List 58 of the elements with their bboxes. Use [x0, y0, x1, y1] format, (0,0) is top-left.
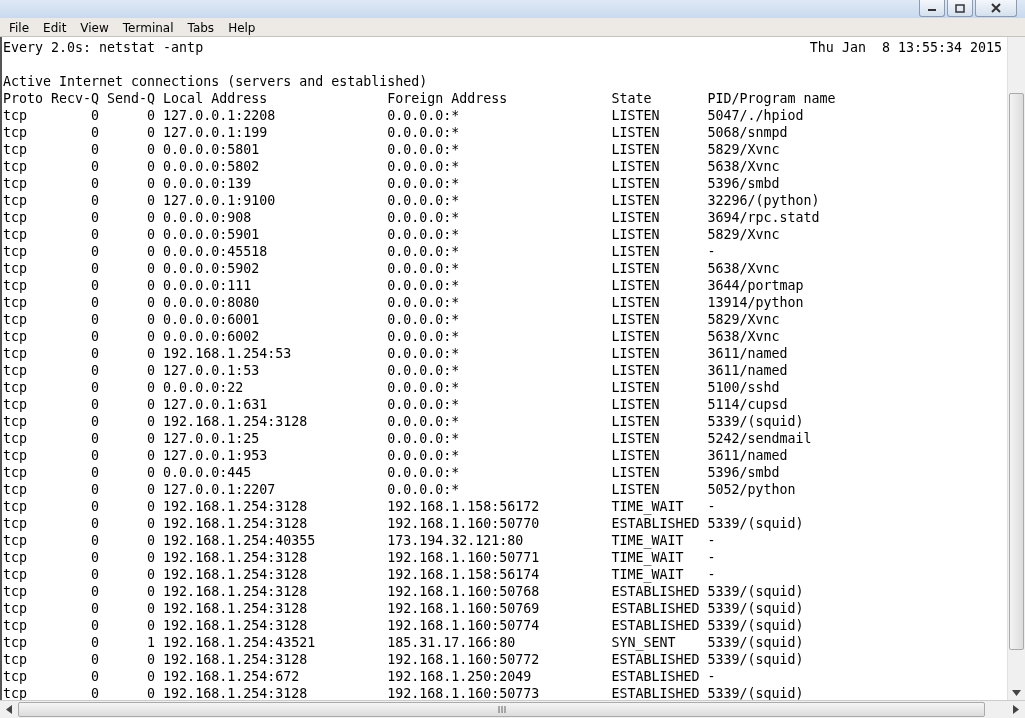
- vertical-scrollbar[interactable]: [1007, 37, 1025, 700]
- menu-item[interactable]: Tabs: [182, 22, 224, 36]
- minimize-button[interactable]: [919, 0, 945, 17]
- section-title: Active Internet connections (servers and established): [3, 73, 429, 90]
- connection-line: tcp 0 0 127.0.0.1:25 0.0.0.0:* LISTEN 5242/sendmail: [3, 430, 813, 447]
- connection-line: tcp 0 0 192.168.1.254:3128 192.168.1.160:50768 ESTABLISHED 5339/(squid): [3, 583, 805, 600]
- connection-line: tcp 0 0 192.168.1.254:3128 192.168.1.160:50772 ESTABLISHED 5339/(squid): [3, 651, 805, 668]
- close-button[interactable]: [975, 0, 1017, 17]
- right-arrow-icon[interactable]: [1013, 705, 1019, 714]
- clock-text: Thu Jan 8 13:55:34 2015: [809, 39, 1002, 56]
- connection-line: tcp 0 0 0.0.0.0:8080 0.0.0.0:* LISTEN 13914/python: [3, 294, 805, 311]
- connection-line: tcp 0 0 127.0.0.1:199 0.0.0.0:* LISTEN 5068/snmpd: [3, 124, 789, 141]
- down-arrow-icon[interactable]: [1012, 690, 1021, 696]
- connection-line: tcp 0 0 192.168.1.254:40355 173.194.32.121:80 TIME_WAIT -: [3, 532, 717, 549]
- horizontal-scrollbar[interactable]: [0, 700, 1025, 718]
- connection-line: tcp 0 0 127.0.0.1:631 0.0.0.0:* LISTEN 5114/cupsd: [3, 396, 789, 413]
- close-icon: [990, 3, 1002, 13]
- connection-line: tcp 0 0 192.168.1.254:3128 192.168.1.160:50771 TIME_WAIT -: [3, 549, 717, 566]
- connection-line: tcp 0 0 192.168.1.254:3128 192.168.1.160:50774 ESTABLISHED 5339/(squid): [3, 617, 805, 634]
- menu-item[interactable]: View: [75, 22, 118, 36]
- connection-line: tcp 0 0 0.0.0.0:908 0.0.0.0:* LISTEN 3694/rpc.statd: [3, 209, 821, 226]
- connection-line: tcp 0 0 0.0.0.0:445 0.0.0.0:* LISTEN 5396/smbd: [3, 464, 781, 481]
- connection-line: tcp 0 0 0.0.0.0:111 0.0.0.0:* LISTEN 3644/portmap: [3, 277, 805, 294]
- scroll-thumb[interactable]: [18, 702, 985, 717]
- connection-line: tcp 0 0 0.0.0.0:22 0.0.0.0:* LISTEN 5100/sshd: [3, 379, 781, 396]
- connection-line: tcp 0 0 192.168.1.254:3128 192.168.1.158:56174 TIME_WAIT -: [3, 566, 717, 583]
- maximize-icon: [955, 3, 965, 13]
- connection-line: tcp 0 0 0.0.0.0:5902 0.0.0.0:* LISTEN 5638/Xvnc: [3, 260, 781, 277]
- column-header: Proto Recv-Q Send-Q Local Address Foreign Address State PID/Program name: [3, 90, 837, 107]
- menu-item[interactable]: Help: [223, 22, 265, 36]
- connection-line: tcp 0 0 0.0.0.0:5801 0.0.0.0:* LISTEN 5829/Xvnc: [3, 141, 781, 158]
- scroll-thumb[interactable]: [1009, 93, 1024, 650]
- connection-line: tcp 0 0 192.168.1.254:3128 192.168.1.158:56172 TIME_WAIT -: [3, 498, 717, 515]
- left-arrow-icon[interactable]: [6, 705, 12, 714]
- connection-line: tcp 0 0 192.168.1.254:53 0.0.0.0:* LISTEN 3611/named: [3, 345, 789, 362]
- connection-line: tcp 0 0 192.168.1.254:3128 192.168.1.160:50770 ESTABLISHED 5339/(squid): [3, 515, 805, 532]
- grip-icon: [497, 706, 506, 713]
- connection-line: tcp 0 0 192.168.1.254:672 192.168.1.250:2049 ESTABLISHED -: [3, 668, 717, 685]
- connection-line: tcp 0 0 0.0.0.0:5802 0.0.0.0:* LISTEN 5638/Xvnc: [3, 158, 781, 175]
- watch-command: Every 2.0s: netstat -antp: [3, 39, 204, 56]
- connection-line: tcp 0 0 0.0.0.0:45518 0.0.0.0:* LISTEN -: [3, 243, 717, 260]
- menu-item[interactable]: Edit: [38, 22, 76, 36]
- connection-line: tcp 0 0 192.168.1.254:3128 0.0.0.0:* LISTEN 5339/(squid): [3, 413, 805, 430]
- menu-item[interactable]: Terminal: [117, 22, 183, 36]
- menu-item[interactable]: File: [4, 22, 39, 36]
- connection-line: tcp 0 0 0.0.0.0:6002 0.0.0.0:* LISTEN 5638/Xvnc: [3, 328, 781, 345]
- connection-line: tcp 0 0 127.0.0.1:2208 0.0.0.0:* LISTEN 5047/./hpiod: [3, 107, 805, 124]
- connection-line: tcp 0 0 127.0.0.1:2207 0.0.0.0:* LISTEN 5052/python: [3, 481, 797, 498]
- maximize-button[interactable]: [947, 0, 973, 17]
- connection-line: tcp 0 0 127.0.0.1:953 0.0.0.0:* LISTEN 3611/named: [3, 447, 789, 464]
- connection-line: tcp 0 0 0.0.0.0:139 0.0.0.0:* LISTEN 5396/smbd: [3, 175, 781, 192]
- connection-line: tcp 0 0 0.0.0.0:5901 0.0.0.0:* LISTEN 5829/Xvnc: [3, 226, 781, 243]
- connection-line: tcp 0 0 192.168.1.254:3128 192.168.1.160:50773 ESTABLISHED 5339/(squid): [3, 685, 805, 700]
- connection-line: tcp 0 1 192.168.1.254:43521 185.31.17.166:80 SYN_SENT 5339/(squid): [3, 634, 805, 651]
- connection-line: tcp 0 0 192.168.1.254:3128 192.168.1.160:50769 ESTABLISHED 5339/(squid): [3, 600, 805, 617]
- connection-line: tcp 0 0 0.0.0.0:6001 0.0.0.0:* LISTEN 5829/Xvnc: [3, 311, 781, 328]
- connection-line: tcp 0 0 127.0.0.1:53 0.0.0.0:* LISTEN 3611/named: [3, 362, 789, 379]
- connection-line: tcp 0 0 127.0.0.1:9100 0.0.0.0:* LISTEN 32296/(python): [3, 192, 821, 209]
